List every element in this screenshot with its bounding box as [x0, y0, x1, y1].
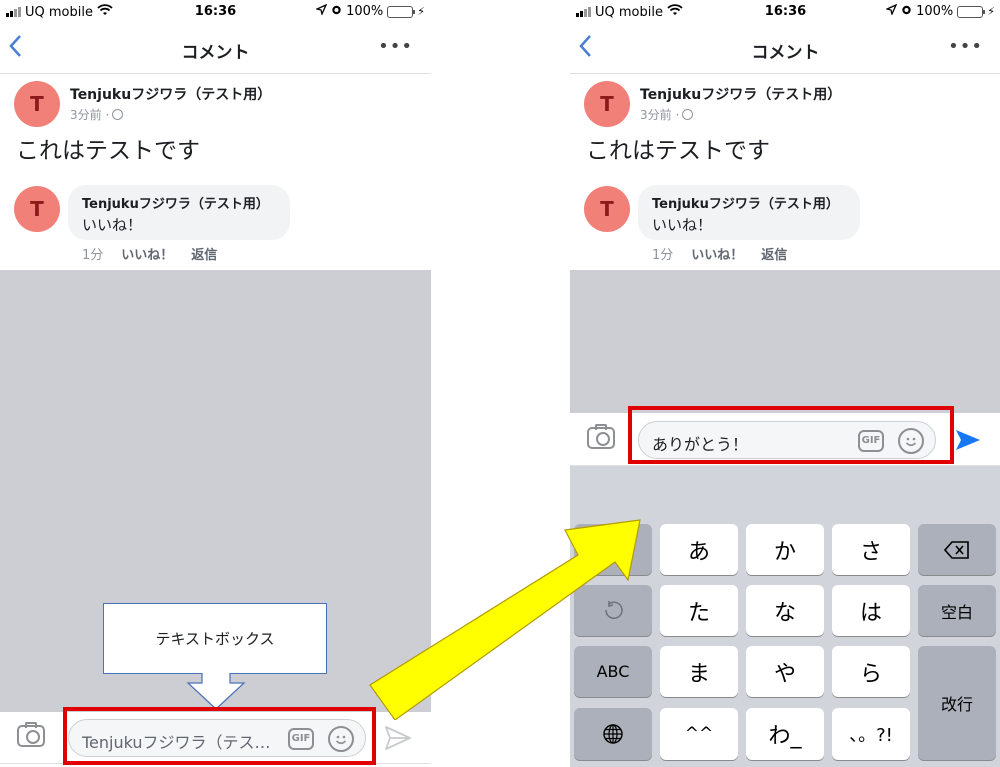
key-emoticon[interactable]: ^^ — [660, 708, 738, 760]
emoji-button[interactable] — [328, 726, 354, 752]
transition-arrow-icon — [369, 519, 641, 720]
navigation-bar: コメント ••• — [570, 24, 1000, 74]
backspace-icon — [944, 540, 969, 559]
comment-author[interactable]: Tenjukuフジワラ（テスト用） — [652, 193, 846, 212]
charging-icon: ⚡ — [987, 5, 995, 18]
status-bar: UQ mobile 16:36 100% ⚡ — [0, 0, 431, 24]
post: T Tenjukuフジワラ（テスト用） 3分前 · これはテストです T Ten… — [570, 75, 1000, 270]
key-ka[interactable]: か — [746, 524, 824, 575]
globe-icon — [603, 724, 623, 744]
send-icon — [956, 430, 980, 450]
comment-reply-button[interactable]: 返信 — [761, 244, 787, 263]
post: T Tenjukuフジワラ（テスト用） 3分前 · これはテストです T Ten… — [0, 75, 431, 270]
more-options-button[interactable]: ••• — [378, 36, 413, 57]
avatar[interactable]: T — [584, 81, 630, 127]
comment-avatar[interactable]: T — [584, 186, 630, 232]
post-author[interactable]: Tenjukuフジワラ（テスト用） — [70, 84, 271, 104]
smiley-icon — [905, 437, 917, 447]
comment-time: 1分 — [652, 248, 674, 263]
key-backspace[interactable] — [918, 524, 996, 575]
comment-time: 1分 — [82, 248, 104, 263]
globe-icon — [682, 109, 694, 120]
comment-author[interactable]: Tenjukuフジワラ（テスト用） — [82, 193, 276, 212]
comment-reply-button[interactable]: 返信 — [191, 244, 217, 263]
battery-icon — [387, 5, 416, 18]
textbox-callout: テキストボックス — [103, 603, 327, 674]
post-time: 3分前 · — [640, 108, 680, 122]
send-icon — [385, 726, 411, 750]
key-return[interactable]: 改行 — [918, 646, 996, 760]
alarm-icon — [901, 4, 912, 19]
more-options-button[interactable]: ••• — [948, 36, 983, 57]
post-body: これはテストです — [16, 138, 200, 164]
gif-button[interactable]: GIF — [858, 430, 884, 452]
comment-composer: ありがとう！ GIF — [570, 414, 1000, 466]
key-ta[interactable]: た — [660, 585, 738, 636]
page-title: コメント — [751, 43, 820, 63]
battery-percent: 100% — [916, 4, 954, 19]
camera-icon[interactable] — [17, 722, 45, 747]
page-title: コメント — [181, 43, 250, 63]
key-punctuation[interactable]: 、。?! — [832, 708, 910, 760]
location-icon — [315, 3, 328, 19]
comment-input[interactable]: ありがとう！ GIF — [638, 421, 936, 459]
globe-icon — [112, 109, 124, 120]
comment-bubble: Tenjukuフジワラ（テスト用） いいね！ — [68, 185, 290, 240]
comment-input-value: ありがとう！ — [652, 435, 749, 454]
post-author[interactable]: Tenjukuフジワラ（テスト用） — [640, 84, 841, 104]
key-space[interactable]: 空白 — [918, 585, 996, 636]
comment-actions: 1分 いいね！ 返信 — [652, 244, 787, 263]
camera-icon[interactable] — [587, 424, 615, 449]
status-bar: UQ mobile 16:36 100% ⚡ — [570, 0, 1000, 24]
send-button[interactable] — [384, 724, 412, 752]
post-body: これはテストです — [586, 138, 770, 164]
comment-avatar[interactable]: T — [14, 186, 60, 232]
empty-area — [570, 270, 1000, 413]
avatar[interactable]: T — [14, 81, 60, 127]
comment-input-placeholder: Tenjukuフジワラ（テス… — [82, 733, 271, 752]
comment-bubble: Tenjukuフジワラ（テスト用） いいね！ — [638, 185, 860, 240]
key-sa[interactable]: さ — [832, 524, 910, 575]
key-ra[interactable]: ら — [832, 646, 910, 697]
comment-input[interactable]: Tenjukuフジワラ（テス… GIF — [68, 719, 366, 757]
post-meta: 3分前 · — [70, 106, 124, 123]
comment-actions: 1分 いいね！ 返信 — [82, 244, 217, 263]
smiley-icon — [335, 735, 347, 745]
key-na[interactable]: な — [746, 585, 824, 636]
send-button[interactable] — [954, 426, 982, 454]
comment-like-button[interactable]: いいね！ — [691, 244, 743, 263]
post-time: 3分前 · — [70, 108, 110, 122]
battery-percent: 100% — [346, 4, 384, 19]
post-meta: 3分前 · — [640, 106, 694, 123]
callout-label: テキストボックス — [155, 630, 275, 648]
charging-icon: ⚡ — [417, 5, 425, 18]
comment-text: いいね！ — [82, 216, 143, 234]
navigation-bar: コメント ••• — [0, 24, 431, 74]
alarm-icon — [331, 4, 342, 19]
key-ma[interactable]: ま — [660, 646, 738, 697]
key-ha[interactable]: は — [832, 585, 910, 636]
battery-icon — [957, 5, 986, 18]
key-wa[interactable]: わ_ — [746, 708, 824, 760]
emoji-button[interactable] — [898, 428, 924, 454]
comment-text: いいね！ — [652, 216, 713, 234]
comment-like-button[interactable]: いいね！ — [121, 244, 173, 263]
key-ya[interactable]: や — [746, 646, 824, 697]
key-a[interactable]: あ — [660, 524, 738, 575]
gif-button[interactable]: GIF — [288, 728, 314, 750]
callout-down-arrow-icon — [186, 673, 246, 710]
location-icon — [885, 3, 898, 19]
